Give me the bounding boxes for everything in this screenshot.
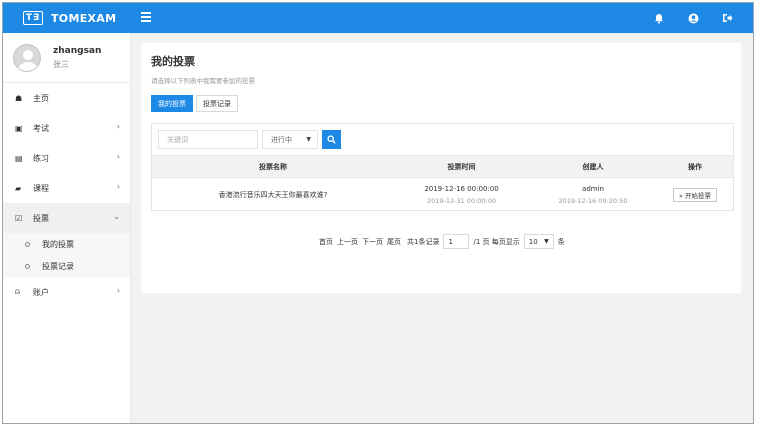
status-select-value: 进行中: [271, 135, 292, 144]
page-title: 我的投票: [151, 55, 195, 68]
sidebar-item-account[interactable]: ⍝ 账户 ›: [3, 277, 130, 307]
tab-my-vote[interactable]: 我的投票: [151, 95, 193, 112]
sidebar-subitem-my-vote[interactable]: 我的投票: [3, 233, 130, 255]
page-size-select[interactable]: 10 ▼: [523, 234, 554, 249]
logo-icon: T∃: [23, 11, 43, 25]
sidebar-item-label: 课程: [33, 183, 49, 193]
total-records: 共1条记录: [407, 237, 440, 246]
prev-page-link[interactable]: 上一页: [337, 237, 358, 247]
next-page-link[interactable]: 下一页: [362, 237, 383, 247]
vote-start-time: 2019-12-16 00:00:00: [424, 184, 499, 193]
app-window: T∃ TOMEXAM zhangsan 张三 ☗ 主页 ▣ 考试 › ▤ 练习 …: [2, 2, 754, 424]
creator-name: admin: [582, 184, 604, 193]
bell-icon[interactable]: [653, 12, 665, 24]
vote-list-panel: 关键词 进行中 ▼ 投票名称 投票时间 创建人 操作 香港流行音乐四大天王你最喜…: [151, 123, 734, 211]
search-button[interactable]: [322, 130, 341, 149]
user-name: zhangsan: [53, 45, 102, 56]
sidebar-item-label: 账户: [33, 287, 49, 297]
chevron-right-icon: ›: [116, 182, 120, 191]
page-number-input[interactable]: 1: [443, 234, 470, 249]
table-row: 香港流行音乐四大天王你最喜欢谁? 2019-12-16 00:00:00 201…: [152, 177, 733, 211]
logout-icon[interactable]: [721, 12, 733, 24]
caret-down-icon: ▼: [544, 238, 549, 245]
header-vote-time: 投票时间: [447, 162, 476, 171]
circle-icon: [25, 241, 30, 247]
user-icon[interactable]: [687, 12, 699, 24]
status-select[interactable]: 进行中 ▼: [262, 130, 318, 149]
keyword-input[interactable]: 关键词: [158, 130, 258, 149]
vote-table: 投票名称 投票时间 创建人 操作 香港流行音乐四大天王你最喜欢谁? 2019-1…: [152, 155, 733, 211]
sidebar-item-label: 练习: [33, 153, 49, 163]
sidebar-item-label: 主页: [33, 93, 49, 103]
avatar: [13, 43, 41, 72]
search-icon: [327, 135, 336, 144]
sidebar-subitem-label: 投票记录: [42, 261, 74, 271]
chevron-right-icon: ›: [116, 286, 120, 295]
first-page-link[interactable]: 首页: [319, 237, 333, 247]
header-action: 操作: [688, 162, 702, 171]
created-at: 2019-12-16 09:20:50: [558, 196, 628, 205]
header-vote-name: 投票名称: [259, 162, 287, 171]
top-icons: [653, 3, 733, 33]
main-card: 我的投票 请选择以下列表中我需要参加的投票 我的投票 投票记录 关键词 进行中 …: [141, 43, 741, 293]
tab-vote-record[interactable]: 投票记录: [196, 95, 238, 112]
user-panel: zhangsan 张三: [3, 33, 130, 83]
page-info: /1 页 每页显示: [473, 237, 520, 246]
calendar-check-icon: ▣: [15, 123, 23, 133]
checkbox-icon: ☑: [15, 213, 23, 223]
last-page-link[interactable]: 尾页: [387, 237, 401, 247]
header-creator: 创建人: [582, 162, 604, 171]
chevron-down-icon: ⌄: [113, 212, 120, 221]
chevron-right-icon: ›: [116, 122, 120, 131]
sidebar-item-label: 投票: [33, 213, 49, 223]
table-header: 投票名称 投票时间 创建人 操作: [152, 155, 733, 177]
calendar-icon: ▤: [15, 153, 23, 163]
sidebar-item-exam[interactable]: ▣ 考试 ›: [3, 113, 130, 143]
brand[interactable]: T∃ TOMEXAM: [3, 3, 131, 33]
menu-toggle-icon[interactable]: [141, 12, 151, 24]
page-subtitle: 请选择以下列表中我需要参加的投票: [151, 77, 255, 85]
user-display-name: 张三: [53, 59, 69, 69]
creator-cell: admin 2019-12-16 09:20:50: [529, 178, 657, 211]
sidebar-item-practice[interactable]: ▤ 练习 ›: [3, 143, 130, 173]
sidebar: zhangsan 张三 ☗ 主页 ▣ 考试 › ▤ 练习 › ▰ 课程 › ☑ …: [3, 33, 131, 423]
vote-name: 香港流行音乐四大天王你最喜欢谁?: [218, 190, 328, 199]
vote-end-time: 2019-12-31 00:00:00: [426, 196, 497, 205]
search-row: 关键词 进行中 ▼: [152, 124, 733, 155]
sidebar-item-home[interactable]: ☗ 主页: [3, 83, 130, 113]
caret-down-icon: ▼: [306, 136, 311, 143]
top-bar: T∃ TOMEXAM: [3, 3, 753, 33]
lock-icon: ⍝: [15, 287, 20, 296]
app-name: TOMEXAM: [51, 11, 117, 25]
action-cell: » 开始投票: [657, 178, 733, 211]
pagination: 首页 上一页 下一页 尾页 共1条记录 1 /1 页 每页显示 10 ▼ 条: [319, 234, 565, 249]
start-vote-button[interactable]: » 开始投票: [672, 187, 718, 202]
chevron-right-icon: ›: [116, 152, 120, 161]
circle-icon: [25, 263, 30, 269]
sidebar-item-vote[interactable]: ☑ 投票 ⌄: [3, 203, 130, 233]
vote-time-cell: 2019-12-16 00:00:00 2019-12-31 00:00:00: [394, 178, 529, 211]
tab-bar: 我的投票 投票记录: [151, 95, 238, 112]
sidebar-subitem-vote-record[interactable]: 投票记录: [3, 255, 130, 277]
page-size-unit: 条: [557, 237, 565, 246]
home-icon: ☗: [15, 93, 23, 103]
sidebar-subitem-label: 我的投票: [42, 239, 74, 249]
page-size-value: 10: [528, 237, 538, 246]
book-icon: ▰: [15, 183, 22, 193]
sidebar-item-label: 考试: [33, 123, 49, 133]
sidebar-item-course[interactable]: ▰ 课程 ›: [3, 173, 130, 203]
